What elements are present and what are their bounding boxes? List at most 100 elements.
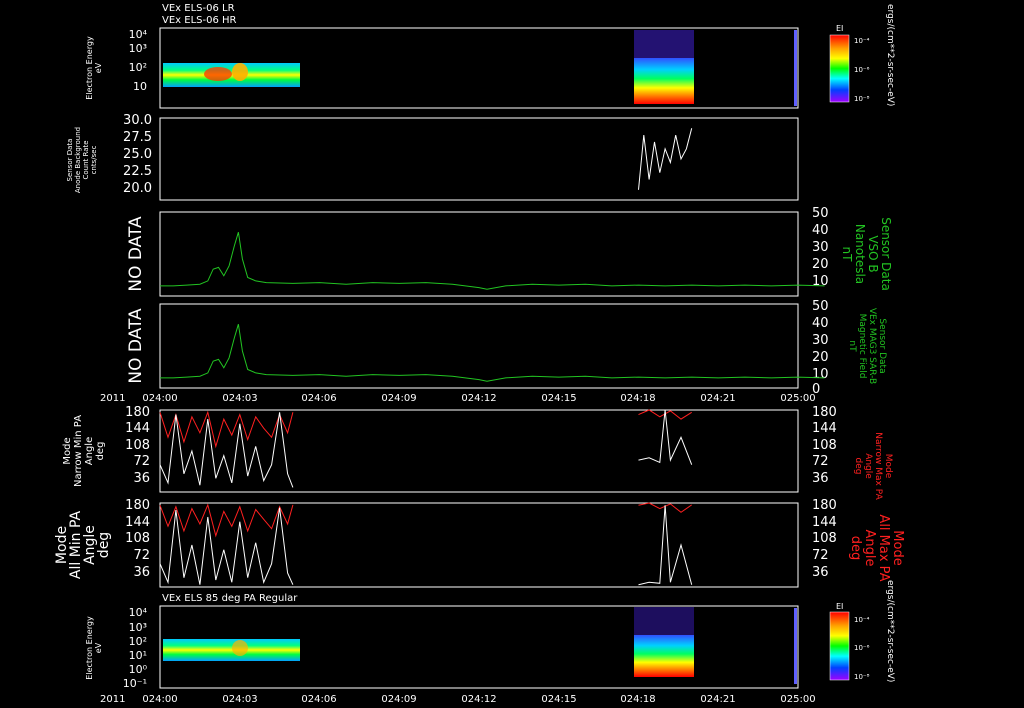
y-axis-label: Narrow Min PA (73, 415, 84, 487)
panel-mag3: NO DATA 50 40 30 20 10 0 Sensor Data VEx… (126, 299, 887, 397)
ytick-label-right: 144 (812, 515, 837, 530)
ytick-label-right: 108 (812, 438, 837, 453)
colorbar-title: EI (836, 24, 843, 33)
ytick-label-right: 72 (812, 548, 829, 563)
spectrogram-block-early (163, 639, 300, 661)
ytick-label: 10¹ (129, 649, 147, 662)
ytick-label-right: 180 (812, 498, 837, 513)
spectrogram-edge (794, 608, 797, 684)
y-axis-label: Angle (84, 437, 95, 465)
ytick-label: 30 (812, 333, 829, 348)
ytick-label: 40 (812, 223, 829, 238)
time-tick-label: 024:21 (700, 694, 735, 705)
y-axis-label-right: All Max PA (876, 514, 891, 581)
time-axis-bottom: 2011 024:00 024:03 024:06 024:09 024:12 … (100, 694, 816, 705)
time-tick-label: 024:00 (142, 694, 177, 705)
ytick-label: 30 (812, 240, 829, 255)
y-axis-label: nT (847, 340, 857, 352)
ytick-label-right: 180 (812, 405, 837, 420)
ytick-label-right: 108 (812, 531, 837, 546)
y-axis-label: VEx MAG3 SAR-B (867, 308, 877, 384)
ytick-label: 10⁰ (129, 663, 148, 676)
title-lr: VEx ELS-06 LR (162, 3, 235, 14)
y-axis-label-right: Mode (883, 454, 893, 479)
colorbar-tick: 10⁻⁸ (854, 95, 870, 103)
time-tick-label: 024:09 (381, 694, 416, 705)
spectrogram-sparse-late (634, 607, 694, 635)
no-data-label: NO DATA (126, 216, 146, 292)
ytick-label: 72 (133, 548, 150, 563)
colorbar-bottom: EI 10⁻⁴ 10⁻⁶ 10⁻⁸ ergs/(cm**2-sr-sec-eV) (829, 580, 895, 682)
ytick-label: 144 (125, 515, 150, 530)
y-axis-label: Nanotesla (853, 224, 867, 284)
ytick-label: 10³ (129, 621, 147, 634)
time-tick-label: 024:21 (700, 393, 735, 404)
y-axis-label: Electron Energy (85, 36, 94, 100)
y-axis-label: VSO B (866, 235, 880, 272)
ytick-label: 180 (125, 498, 150, 513)
panel-all-pa: 180 144 108 72 36 180 144 108 72 36 Mode… (54, 498, 905, 588)
ytick-label: 10² (129, 61, 147, 74)
colorbar-tick: 10⁻⁴ (854, 37, 870, 45)
y-axis-label: eV (94, 62, 103, 73)
ytick-label: 36 (133, 565, 150, 580)
time-tick-label: 024:06 (301, 393, 336, 404)
panel-vso-b: NO DATA 50 40 30 20 10 Sensor Data VSO B… (126, 206, 893, 297)
time-tick-label: 024:06 (301, 694, 336, 705)
panel-85deg-spectrogram: 10⁴ 10³ 10² 10¹ 10⁰ 10⁻¹ Electron Energy… (85, 605, 799, 690)
colorbar-units: ergs/(cm**2-sr-sec-eV) (885, 580, 895, 682)
ytick-label: 20.0 (123, 181, 152, 196)
ytick-label: 20 (812, 257, 829, 272)
title-85deg: VEx ELS 85 deg PA Regular (162, 593, 298, 604)
time-tick-label: 024:12 (461, 694, 496, 705)
colorbar-tick: 10⁻⁴ (854, 616, 870, 624)
ytick-label: 180 (125, 405, 150, 420)
ytick-label: 40 (812, 316, 829, 331)
spectrogram-sparse-late (634, 30, 694, 58)
spectrogram-block-late (634, 635, 694, 677)
y-axis-label: Sensor Data (877, 318, 887, 373)
ytick-label: 10 (133, 80, 147, 93)
ytick-label: 10⁴ (129, 28, 148, 41)
colorbar-tick: 10⁻⁶ (854, 644, 870, 652)
ytick-label: 10 (812, 274, 829, 289)
y-axis-label-right: deg (848, 536, 863, 561)
time-tick-label: 024:00 (142, 393, 177, 404)
ytick-label-right: 36 (812, 471, 829, 486)
spectrogram-hotspot (204, 67, 232, 81)
colorbar-tick: 10⁻⁶ (854, 66, 870, 74)
y-axis-label: deg (96, 532, 112, 558)
colorbar-title: EI (836, 602, 843, 611)
time-tick-label: 025:00 (780, 694, 815, 705)
ytick-label: 22.5 (123, 164, 152, 179)
y-axis-label: deg (95, 442, 106, 461)
time-axis-mid: 2011 024:00 024:03 024:06 024:09 024:12 … (100, 393, 816, 404)
y-axis-label-right: Narrow Max PA (873, 432, 883, 500)
ytick-label-right: 144 (812, 421, 837, 436)
y-axis-label: Anode Background (74, 127, 82, 193)
ytick-label: 10³ (129, 42, 147, 55)
time-tick-label: 024:15 (541, 393, 576, 404)
ytick-label-right: 36 (812, 565, 829, 580)
y-axis-label: cnts/sec (90, 145, 98, 174)
ytick-label: 20 (812, 350, 829, 365)
colorbar-tick: 10⁻⁸ (854, 673, 870, 681)
y-axis-label: Sensor Data (879, 217, 893, 291)
panel-count-rate: 30.0 27.5 25.0 22.5 20.0 Sensor Data Ano… (66, 113, 799, 201)
no-data-label: NO DATA (126, 308, 146, 384)
spectrogram-hotspot (232, 640, 248, 656)
y-axis-label-right: Angle (862, 530, 877, 567)
panel-energy-spectrogram: 10⁴ 10³ 10² 10 Electron Energy eV (85, 27, 799, 109)
y-axis-label: Sensor Data (66, 139, 74, 182)
y-axis-label: nT (840, 247, 854, 263)
colorbar-units: ergs/(cm**2-sr-sec-eV) (885, 4, 895, 106)
ytick-label: 50 (812, 206, 829, 221)
time-tick-label: 024:03 (222, 393, 257, 404)
ytick-label: 10² (129, 635, 147, 648)
y-axis-label: Mode (62, 437, 73, 464)
time-tick-label: 025:00 (780, 393, 815, 404)
time-tick-label: 024:15 (541, 694, 576, 705)
ytick-label: 10⁻¹ (123, 677, 147, 690)
ytick-label: 50 (812, 299, 829, 314)
ytick-label: 30.0 (123, 113, 152, 128)
